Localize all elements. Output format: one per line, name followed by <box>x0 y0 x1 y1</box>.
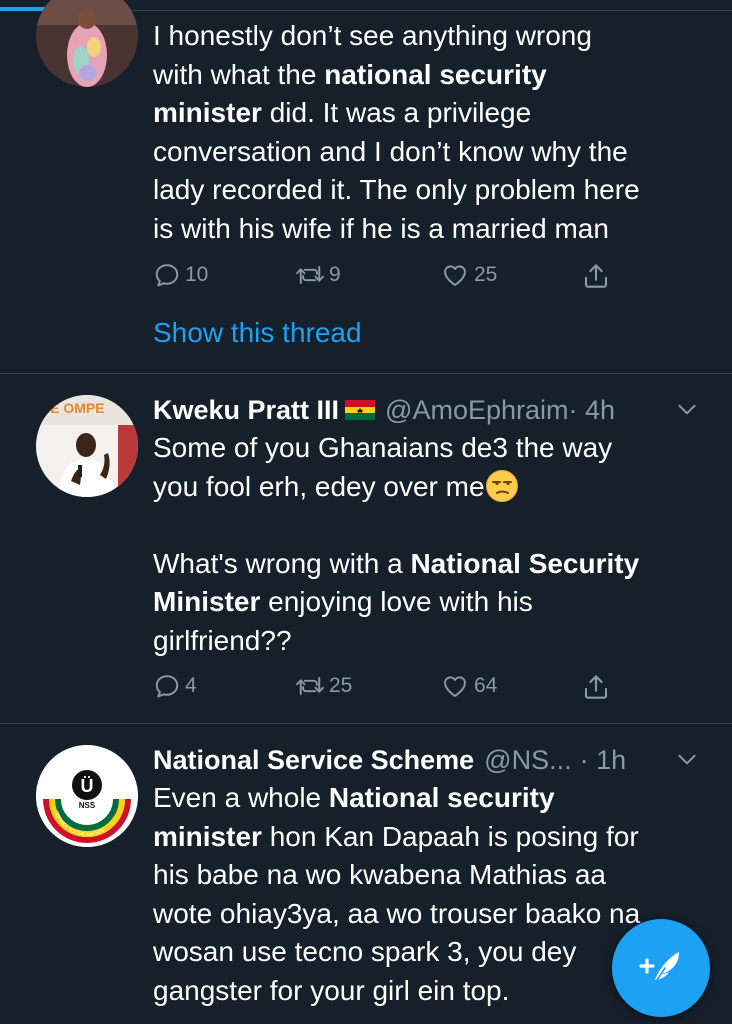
tweet-text-line: is with his wife if he is a married man <box>153 212 609 244</box>
share-button[interactable] <box>581 672 611 702</box>
bold-keyword: Minister <box>153 586 261 617</box>
tweet-2[interactable]: HE OMPE Kweku Pratt III @AmoEphraim · 4h… <box>0 374 732 722</box>
tweet-text-line: minister hon Kan Dapaah is posing for <box>153 818 713 857</box>
avatar-photo <box>36 0 138 87</box>
text-run: enjoying love with his <box>260 586 533 617</box>
heart-icon <box>444 676 466 697</box>
text-run: did. It was a privilege <box>261 97 532 128</box>
logo-text: NSS <box>79 801 96 810</box>
share-icon <box>584 264 608 288</box>
like-button[interactable]: 25 <box>440 261 497 289</box>
tweet-timestamp: · 1h <box>579 744 627 775</box>
tweet-timestamp: · 4h <box>568 394 616 425</box>
tweet-2-header: Kweku Pratt III @AmoEphraim · 4h <box>153 390 713 430</box>
tweet-text-line: Some of you Ghanaians de3 the way <box>153 432 613 463</box>
bold-keyword: minister <box>153 97 262 128</box>
bold-keyword: National Security <box>410 547 640 579</box>
tweet-text-line: wote ohiay3ya, aa wo trouser baako na <box>153 897 641 929</box>
tweet-2-text: Some of you Ghanaians de3 the way you fo… <box>153 429 713 660</box>
logo-emblem: Ü <box>81 776 94 796</box>
retweet-button[interactable]: 9 <box>295 261 341 289</box>
compose-tweet-icon <box>639 952 679 987</box>
bold-keyword: minister <box>153 820 262 852</box>
display-name[interactable]: National Service Scheme <box>153 745 474 776</box>
tweet-1-actions: 10 9 25 <box>153 261 633 301</box>
avatar-sign-text: HE OMPE <box>40 400 105 416</box>
reply-button[interactable]: 10 <box>153 261 208 289</box>
tweet-text-line: conversation and I don’t know why the <box>153 135 628 167</box>
reply-count: 10 <box>185 263 209 286</box>
retweet-button[interactable]: 25 <box>295 672 352 700</box>
bold-keyword: national security <box>324 58 547 90</box>
tweet-2-actions: 4 25 64 <box>153 672 633 712</box>
avatar-user-1[interactable] <box>36 0 138 87</box>
avatar-kweku-pratt[interactable]: HE OMPE <box>36 395 138 497</box>
ghana-flag-icon <box>345 400 376 420</box>
tweet-text-line: Even a whole National security <box>153 779 713 818</box>
nss-logo: Ü NSS SERVICE TO THE NATION <box>36 745 138 847</box>
like-count: 25 <box>474 263 498 286</box>
text-run: What's wrong with a <box>153 547 411 579</box>
reply-count: 4 <box>185 674 197 697</box>
unamused-face-emoji <box>485 469 518 502</box>
chevron-down-icon[interactable] <box>674 746 700 772</box>
retweet-count: 9 <box>329 263 341 286</box>
heart-icon <box>444 265 466 286</box>
display-name[interactable]: Kweku Pratt III <box>153 395 339 426</box>
tweet-text-line: his babe na wo kwabena Mathias aa <box>153 859 606 890</box>
retweet-count: 25 <box>329 674 353 697</box>
like-button[interactable]: 64 <box>440 672 497 700</box>
like-count: 64 <box>474 674 498 697</box>
text-run: Even a whole <box>153 782 329 813</box>
tweet-text-line: I honestly don’t see anything wrong <box>153 20 592 51</box>
text-run: you fool erh, edey over me <box>153 470 485 502</box>
text-run: hon Kan Dapaah is posing for <box>261 820 639 852</box>
tweet-text-line: girlfriend?? <box>153 624 292 656</box>
show-thread-link[interactable]: Show this thread <box>153 317 362 349</box>
share-icon <box>584 675 608 699</box>
share-button[interactable] <box>581 261 611 291</box>
tweet-text-line: with what the national security <box>153 56 713 95</box>
user-handle[interactable]: @NS... <box>484 745 571 776</box>
tweet-text-line: minister did. It was a privilege <box>153 94 713 133</box>
tweet-3-header: National Service Scheme @NS... · 1h <box>153 740 713 780</box>
bold-keyword: National security <box>328 782 555 813</box>
reply-icon <box>155 264 179 287</box>
reply-icon <box>155 675 179 698</box>
chevron-down-icon[interactable] <box>674 396 700 422</box>
reply-button[interactable]: 4 <box>153 672 197 700</box>
tweet-1[interactable]: I honestly don’t see anything wrong with… <box>0 0 732 372</box>
avatar-photo: HE OMPE <box>36 395 138 497</box>
user-handle[interactable]: @AmoEphraim <box>385 395 568 426</box>
retweet-icon <box>296 265 324 285</box>
tweet-1-text: I honestly don’t see anything wrong with… <box>153 17 713 248</box>
tweet-text-line: What's wrong with a National Security <box>153 545 713 584</box>
text-run: with what the <box>153 58 325 90</box>
tweet-text-line: you fool erh, edey over me <box>153 468 713 507</box>
compose-tweet-button[interactable] <box>612 919 710 1017</box>
tweet-text-line: Minister enjoying love with his <box>153 583 713 622</box>
avatar-national-service-scheme[interactable]: Ü NSS SERVICE TO THE NATION <box>36 745 138 847</box>
tweet-text-line: lady recorded it. The only problem here <box>153 174 640 205</box>
retweet-icon <box>296 676 324 696</box>
